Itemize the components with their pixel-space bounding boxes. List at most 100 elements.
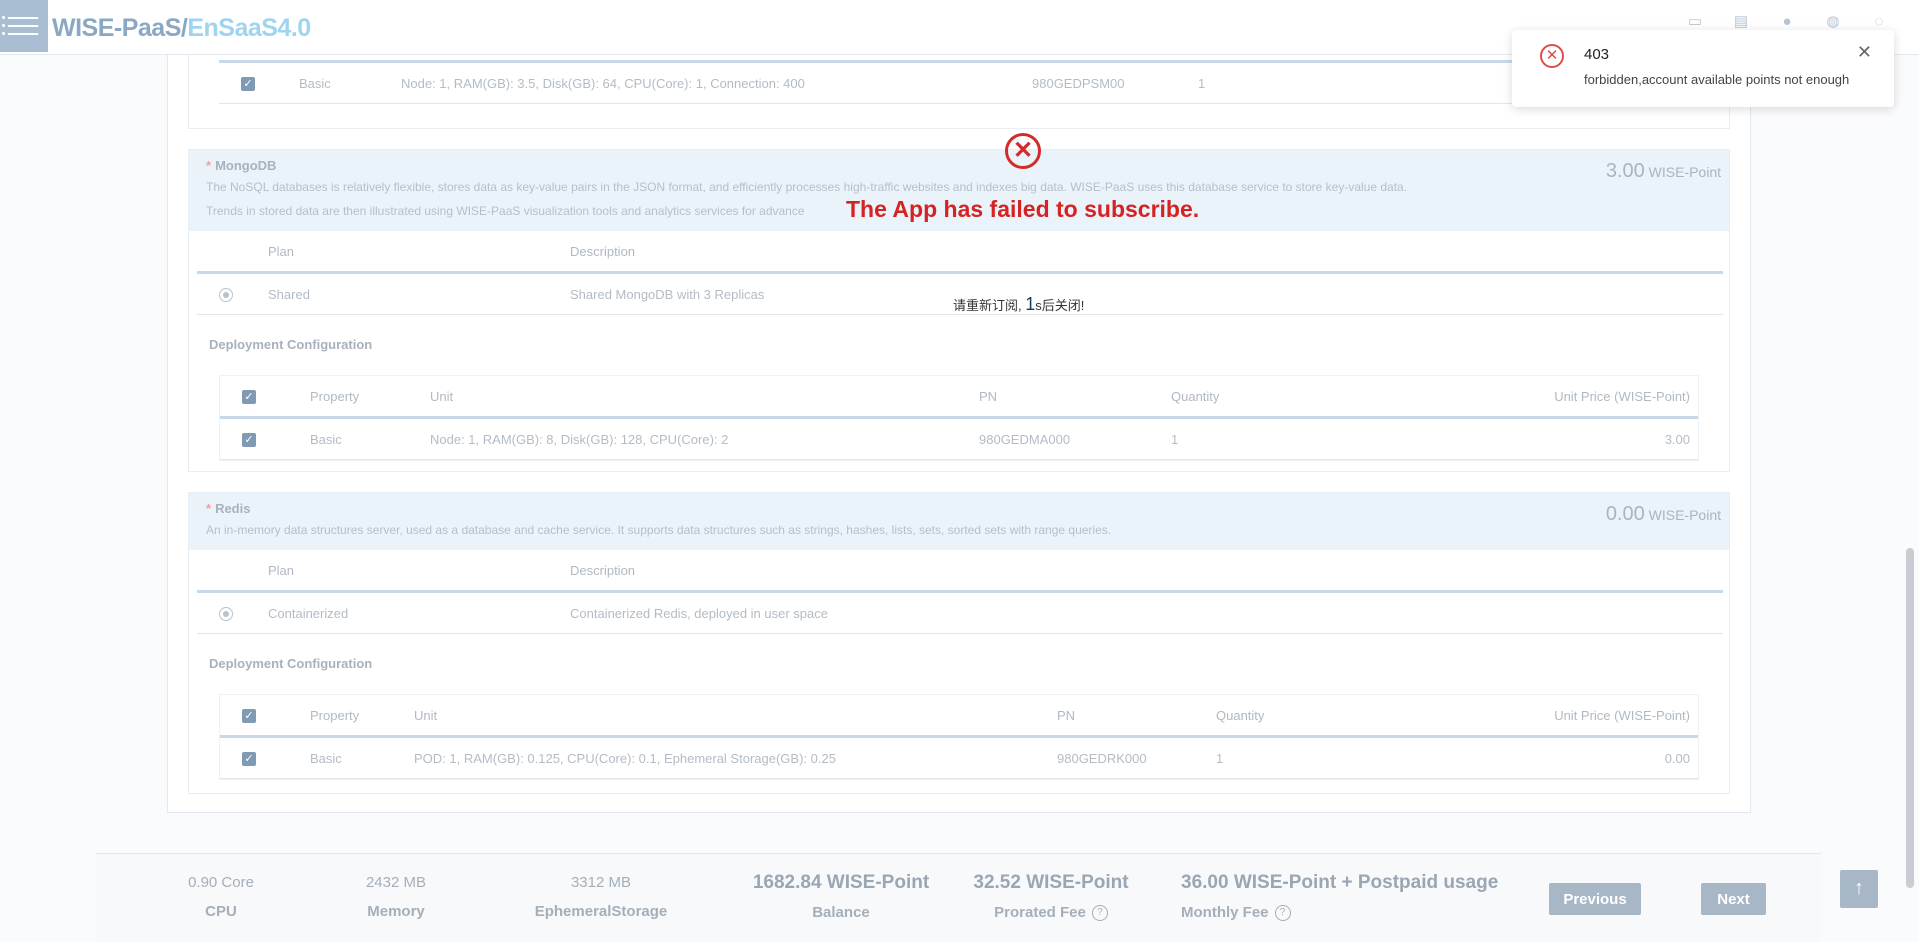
- col-plan: Plan: [267, 231, 569, 274]
- menu-icon[interactable]: [0, 0, 48, 52]
- previous-button[interactable]: Previous: [1549, 883, 1641, 915]
- toast-title: 403: [1584, 46, 1610, 63]
- plan-table: Plan Description Containerized Container…: [197, 550, 1723, 634]
- plan-name: Containerized: [267, 591, 569, 634]
- col-unit: Unit: [413, 695, 1056, 738]
- col-pn: PN: [1056, 695, 1215, 738]
- balance-value: 1682.84 WISE-Point: [752, 872, 930, 893]
- col-unit: Unit: [429, 376, 978, 419]
- summary-footer: 0.90 Core CPU 2432 MB Memory 3312 MB Eph…: [96, 853, 1821, 942]
- cell-unit: Node: 1, RAM(GB): 3.5, Disk(GB): 64, CPU…: [400, 61, 1031, 104]
- plan-radio[interactable]: [219, 606, 233, 621]
- balance-stat: 1682.84 WISE-Point Balance: [746, 872, 936, 921]
- cpu-value: 0.90 Core: [188, 874, 254, 891]
- previous-service-card: ✓ Basic Node: 1, RAM(GB): 3.5, Disk(GB):…: [188, 44, 1730, 129]
- col-property: Property: [309, 695, 413, 738]
- deployment-config-label: Deployment Configuration: [209, 337, 373, 352]
- countdown-text: 请重新订阅, 1s后关闭!: [953, 294, 1084, 315]
- ephemeral-label: EphemeralStorage: [534, 903, 668, 920]
- prorated-stat: 32.52 WISE-Point Prorated Fee?: [966, 872, 1136, 922]
- error-toast: ✕ 403 forbidden,account available points…: [1512, 30, 1894, 107]
- row-checkbox[interactable]: ✓: [242, 432, 256, 447]
- error-icon: ✕: [1540, 44, 1564, 68]
- location-icon[interactable]: ●: [1777, 12, 1797, 32]
- cell-pn: 980GEDRK000: [1056, 736, 1215, 779]
- document-icon[interactable]: ▤: [1731, 12, 1751, 32]
- cpu-stat: 0.90 Core CPU: [166, 874, 276, 920]
- brand-name: WISE-PaaS/: [52, 14, 188, 42]
- deployment-config-label: Deployment Configuration: [209, 656, 373, 671]
- monthly-stat: 36.00 WISE-Point + Postpaid usage Monthl…: [1181, 872, 1521, 922]
- globe-icon[interactable]: ◍: [1823, 12, 1843, 32]
- brand-version: EnSaaS4.0: [187, 14, 311, 42]
- table-row: ✓ Basic POD: 1, RAM(GB): 0.125, CPU(Core…: [220, 736, 1698, 779]
- cell-property: Basic: [298, 61, 400, 104]
- col-plan: Plan: [267, 550, 569, 593]
- row-checkbox[interactable]: ✓: [242, 751, 256, 766]
- window-icon[interactable]: ▭: [1685, 12, 1705, 32]
- plan-row-containerized[interactable]: Containerized Containerized Redis, deplo…: [197, 591, 1723, 634]
- close-icon[interactable]: ✕: [1857, 42, 1872, 63]
- help-icon[interactable]: ?: [1274, 905, 1291, 922]
- countdown-number: 1: [1025, 294, 1036, 314]
- ephemeral-stat: 3312 MB EphemeralStorage: [526, 874, 676, 920]
- col-pn: PN: [978, 376, 1170, 419]
- col-quantity: Quantity: [1215, 695, 1417, 738]
- scroll-to-top-icon[interactable]: ↑: [1840, 870, 1878, 908]
- col-unit-price: Unit Price (WISE-Point): [1417, 695, 1698, 738]
- memory-stat: 2432 MB Memory: [346, 874, 446, 920]
- countdown-prefix: 请重新订阅,: [953, 298, 1026, 313]
- col-quantity: Quantity: [1170, 376, 1372, 419]
- select-all-checkbox[interactable]: ✓: [242, 708, 256, 723]
- prorated-label: Prorated Fee: [994, 904, 1086, 921]
- monthly-label: Monthly Fee: [1181, 904, 1269, 921]
- brand-logo[interactable]: WISE-PaaS/EnSaaS4.0: [52, 14, 311, 43]
- memory-value: 2432 MB: [365, 874, 427, 891]
- scrollbar[interactable]: [1906, 548, 1914, 888]
- config-box: ✓ Property Unit PN Quantity Unit Price (…: [219, 694, 1699, 780]
- redis-header: * Redis An in-memory data structures serv…: [189, 493, 1729, 550]
- col-property: Property: [309, 376, 429, 419]
- help-icon[interactable]: ?: [1091, 905, 1108, 922]
- config-table: ✓ Property Unit PN Quantity Unit Price (…: [220, 695, 1698, 779]
- table-row: ✓ Basic Node: 1, RAM(GB): 8, Disk(GB): 1…: [220, 417, 1698, 460]
- countdown-suffix: s后关闭!: [1035, 298, 1085, 313]
- service-price: 3.00 WISE-Point: [1605, 160, 1721, 182]
- user-icon[interactable]: ◌: [1869, 12, 1889, 32]
- fail-message: The App has failed to subscribe.: [846, 196, 1200, 222]
- cell-property: Basic: [309, 736, 413, 779]
- cell-quantity: 1: [1170, 417, 1372, 460]
- cpu-label: CPU: [205, 903, 237, 920]
- service-title: * MongoDB: [206, 158, 277, 173]
- cell-pn: 980GEDPSM00: [1031, 61, 1197, 104]
- table-row: ✓ Basic Node: 1, RAM(GB): 3.5, Disk(GB):…: [219, 61, 1699, 104]
- col-description: Description: [569, 231, 1723, 274]
- service-title: * Redis: [206, 501, 251, 516]
- checkbox[interactable]: ✓: [241, 76, 255, 91]
- cell-unit-price: 3.00: [1372, 417, 1698, 460]
- toast-message: forbidden,account available points not e…: [1584, 72, 1850, 87]
- cell-unit-price: 0.00: [1417, 736, 1698, 779]
- prorated-value: 32.52 WISE-Point: [973, 872, 1129, 893]
- service-price: 0.00 WISE-Point: [1605, 503, 1721, 525]
- cell-pn: 980GEDMA000: [978, 417, 1170, 460]
- memory-label: Memory: [367, 903, 425, 920]
- select-all-checkbox[interactable]: ✓: [242, 389, 256, 404]
- ephemeral-value: 3312 MB: [570, 874, 632, 891]
- monthly-value: 36.00 WISE-Point + Postpaid usage: [1181, 872, 1499, 893]
- service-description: An in-memory data structures server, use…: [206, 523, 1112, 537]
- plan-radio[interactable]: [219, 287, 233, 302]
- error-circle-icon: ✕: [1005, 133, 1041, 169]
- cell-quantity: 1: [1215, 736, 1417, 779]
- cell-unit: Node: 1, RAM(GB): 8, Disk(GB): 128, CPU(…: [429, 417, 978, 460]
- redis-card: * Redis An in-memory data structures serv…: [188, 492, 1730, 794]
- col-unit-price: Unit Price (WISE-Point): [1372, 376, 1698, 419]
- col-description: Description: [569, 550, 1723, 593]
- next-button[interactable]: Next: [1701, 883, 1766, 915]
- config-box: ✓ Property Unit PN Quantity Unit Price (…: [219, 375, 1699, 461]
- plan-name: Shared: [267, 272, 569, 315]
- plan-description: Shared MongoDB with 3 Replicas: [569, 272, 1723, 315]
- previous-config-table: ✓ Basic Node: 1, RAM(GB): 3.5, Disk(GB):…: [219, 54, 1699, 104]
- cell-property: Basic: [309, 417, 429, 460]
- balance-label: Balance: [812, 904, 870, 921]
